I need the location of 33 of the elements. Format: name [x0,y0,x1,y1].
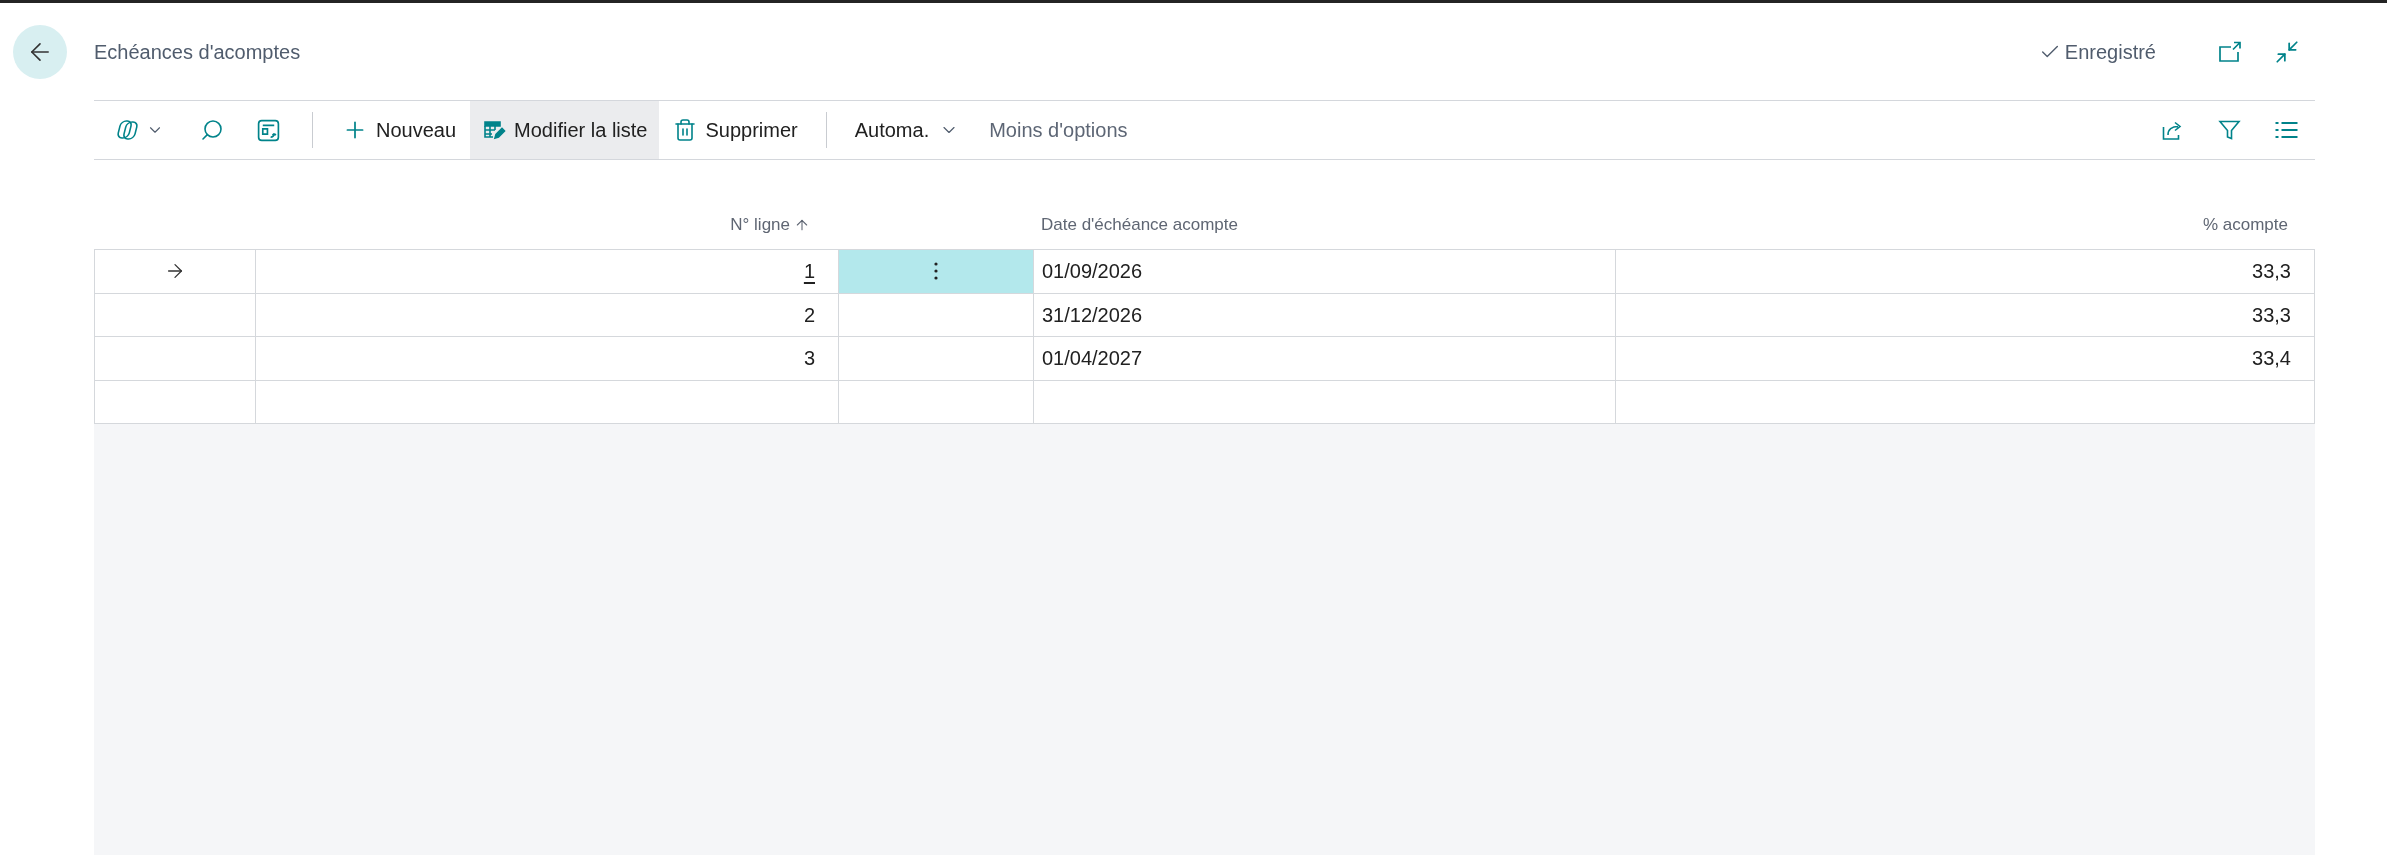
list-icon [2274,119,2299,141]
popout-icon [2218,40,2242,63]
table-cell: 31/12/2026 [1034,293,1616,336]
trash-icon [673,118,698,142]
table-cell: 01/09/2026 [1034,250,1616,293]
more-options-icon [934,262,938,281]
layout-icon [256,117,281,143]
toolbar-button[interactable]: Supprimer [661,101,810,159]
table-cell-text: 33,4 [2251,346,2292,372]
saved-status: Enregistré [2064,39,2156,65]
table-cell: 3 [256,337,839,380]
toolbar-menu-button[interactable]: Automa. [842,101,972,159]
table-cell: 2 [256,293,839,336]
table-row[interactable]: 3 01/04/2027 33,4 [95,337,2314,381]
table-row[interactable]: 1 01/09/2026 33,3 [95,250,2314,294]
table-cell-text: 33,3 [2251,259,2292,285]
table-row[interactable]: 2 31/12/2026 33,3 [95,293,2314,337]
collapse-icon [2274,38,2300,65]
table-cell-text: 33,3 [2251,302,2292,328]
page-title: Echéances d'acomptes [94,39,301,65]
toolbar-button[interactable]: Nouveau [330,101,469,159]
back-button[interactable] [13,24,67,79]
column-header[interactable]: % acompte [2202,212,2288,238]
sort-arrow-icon [794,217,810,233]
table-cell: 01/04/2027 [1034,337,1616,380]
edit-table-icon [482,118,507,142]
linked-loops-icon [114,118,140,142]
toolbar-button[interactable]: Modifier la liste [470,101,660,159]
search-icon [200,118,224,142]
column-header[interactable]: N° ligne [730,212,810,238]
fewer-options-button[interactable]: Moins d'options [975,101,1142,159]
column-header[interactable]: Date d'échéance acompte [1041,212,1238,238]
filter-icon [2217,118,2242,142]
